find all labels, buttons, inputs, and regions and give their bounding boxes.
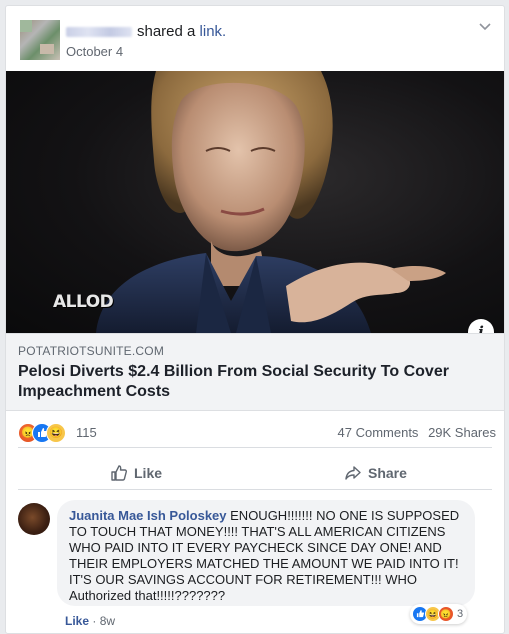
post-date[interactable]: October 4 — [66, 44, 123, 59]
comment-bubble: Juanita Mae Ish Poloskey ENOUGH!!!!!!! N… — [57, 500, 475, 606]
comment-age[interactable]: 8w — [100, 614, 115, 628]
divider — [18, 489, 492, 490]
angry-icon: 😠 — [438, 606, 454, 622]
shared-text: shared a — [137, 23, 196, 40]
share-label: Share — [368, 465, 407, 481]
thumbs-up-icon — [111, 465, 128, 481]
share-icon — [345, 466, 361, 480]
link-preview-text[interactable]: POTATRIOTSUNITE.COM Pelosi Diverts $2.4 … — [6, 333, 504, 411]
comments-shares: 47 Comments 29K Shares — [332, 425, 496, 440]
image-watermark: ALLOD — [53, 292, 114, 312]
avatar[interactable] — [20, 20, 60, 60]
comment-author[interactable]: Juanita Mae Ish Poloskey — [69, 508, 227, 523]
shares-count[interactable]: 29K Shares — [428, 425, 496, 440]
link-title[interactable]: Pelosi Diverts $2.4 Billion From Social … — [18, 362, 468, 402]
author-name-redacted[interactable] — [66, 27, 132, 37]
comment-reaction-count: 3 — [457, 608, 464, 620]
like-button[interactable]: Like — [110, 457, 162, 489]
link-domain: POTATRIOTSUNITE.COM — [18, 344, 165, 358]
meta-separator: · — [92, 614, 100, 628]
shared-link[interactable]: link. — [200, 23, 227, 40]
shared-line: shared a link. — [137, 23, 226, 40]
comment-reactions[interactable]: 😆 😠 3 — [410, 604, 468, 624]
commenter-avatar[interactable] — [18, 503, 50, 535]
link-preview-image[interactable]: ALLOD i — [6, 71, 504, 333]
haha-icon: 😆 — [46, 423, 66, 443]
like-label: Like — [134, 465, 163, 481]
comment-meta: Like · 8w — [65, 614, 115, 628]
divider — [18, 447, 492, 448]
action-bar: Like Share — [6, 457, 504, 489]
post-card: shared a link. October 4 ALLOD i POTATRI… — [5, 5, 505, 634]
comment-text-block: Juanita Mae Ish Poloskey ENOUGH!!!!!!! N… — [69, 508, 469, 604]
chevron-down-icon[interactable] — [478, 20, 492, 34]
reaction-count[interactable]: 115 — [76, 425, 97, 440]
comment-like-link[interactable]: Like — [65, 614, 89, 628]
share-button[interactable]: Share — [344, 457, 407, 489]
comments-count[interactable]: 47 Comments — [338, 425, 419, 440]
